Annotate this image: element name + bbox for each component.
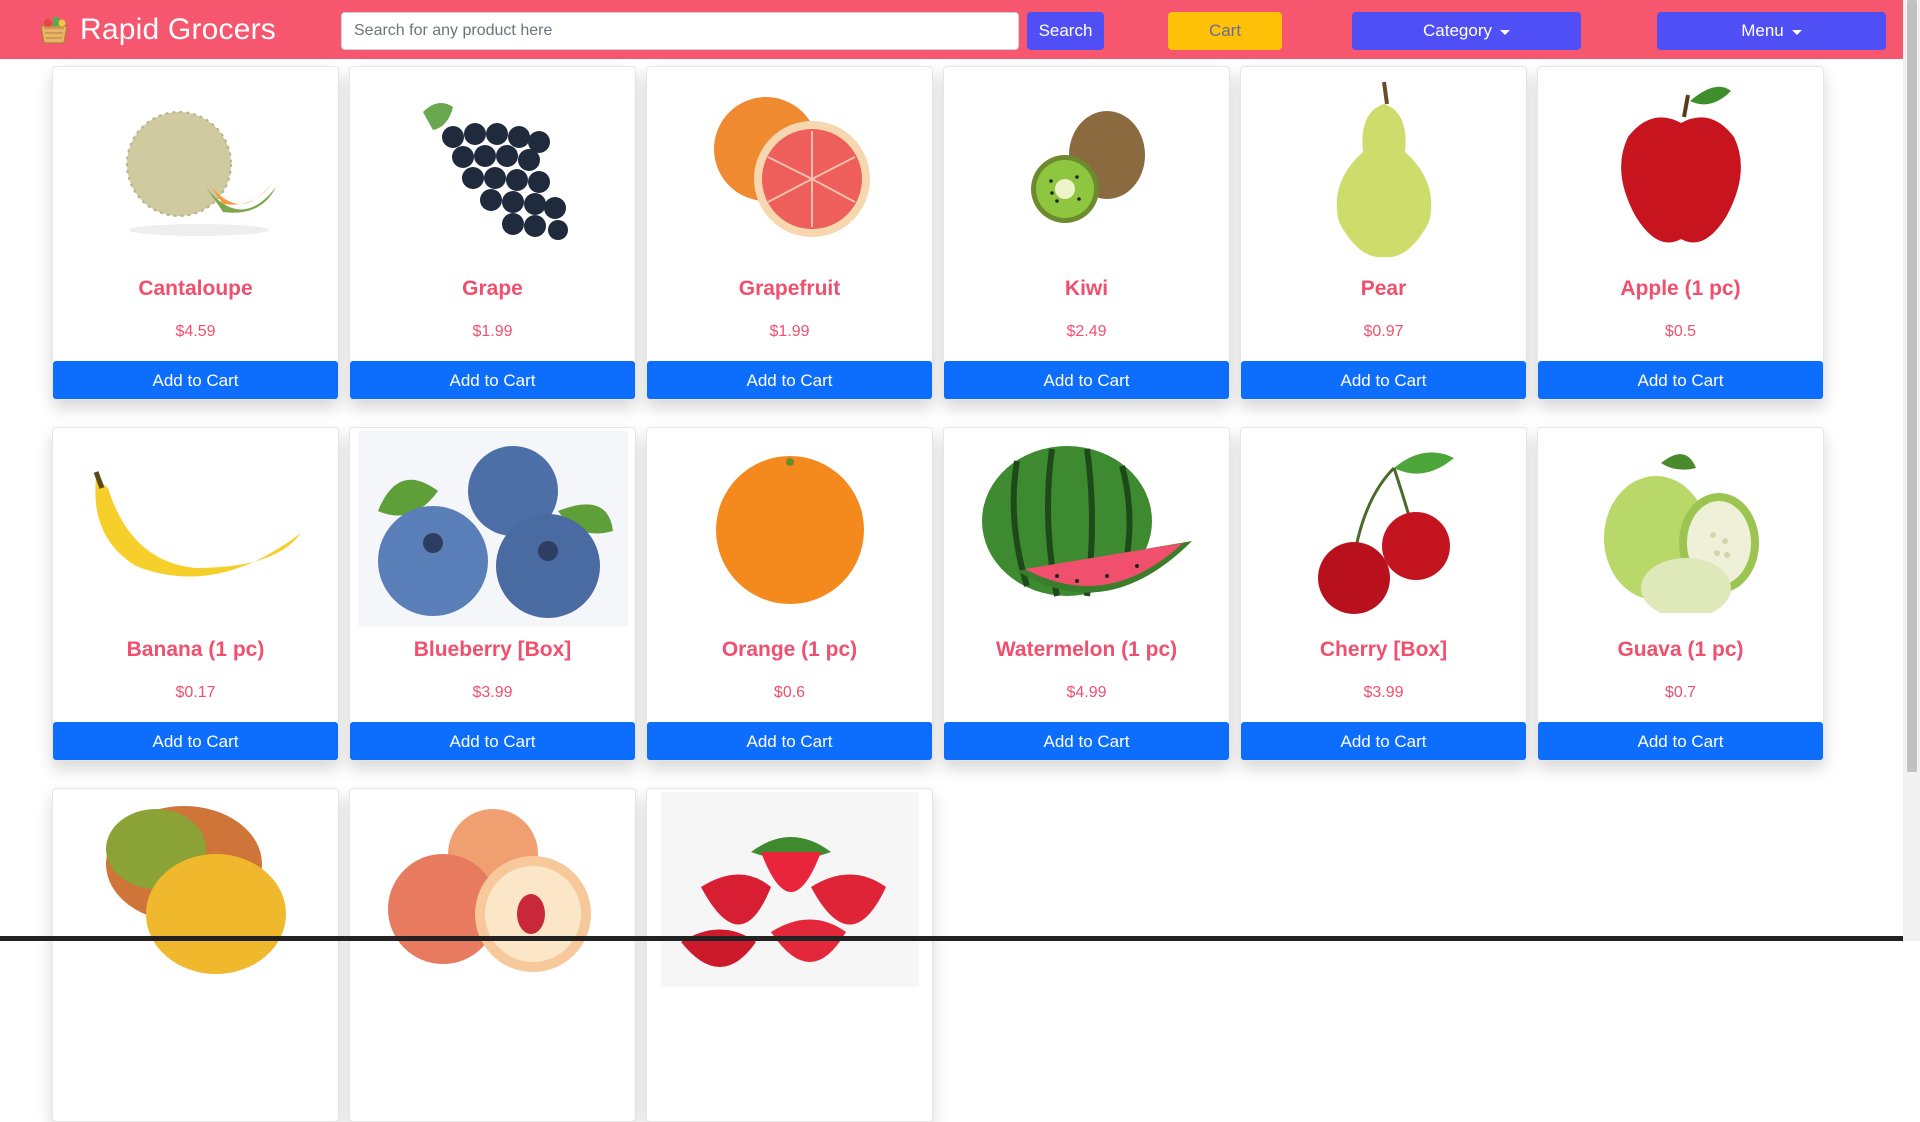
- product-price: $3.99: [472, 684, 513, 701]
- add-to-cart-button[interactable]: Add to Cart: [1241, 361, 1526, 399]
- product-price: $4.59: [175, 323, 216, 340]
- menu-dropdown[interactable]: Menu: [1657, 12, 1886, 50]
- add-to-cart-button[interactable]: Add to Cart: [53, 361, 338, 399]
- category-dropdown[interactable]: Category: [1352, 12, 1581, 50]
- product-card-apple: Apple (1 pc) $0.5 Add to Cart: [1537, 66, 1824, 400]
- category-dropdown-label: Category: [1423, 21, 1492, 40]
- product-price: $2.49: [1066, 323, 1107, 340]
- product-price: $0.6: [773, 684, 806, 701]
- navbar: Rapid Grocers Search Cart Category Menu: [0, 0, 1903, 59]
- grape-image: [350, 67, 635, 267]
- add-to-cart-button[interactable]: Add to Cart: [647, 722, 932, 760]
- product-card-mango: [52, 788, 339, 1122]
- product-price: $0.7: [1664, 684, 1697, 701]
- product-card-blueberry: Blueberry [Box] $3.99 Add to Cart: [349, 427, 636, 761]
- product-name: Apple (1 pc): [1620, 277, 1741, 300]
- caret-down-icon: [1499, 29, 1510, 35]
- product-card-guava: Guava (1 pc) $0.7 Add to Cart: [1537, 427, 1824, 761]
- add-to-cart-button[interactable]: Add to Cart: [350, 361, 635, 399]
- product-name: Banana (1 pc): [126, 638, 265, 661]
- product-card-grape: Grape $1.99 Add to Cart: [349, 66, 636, 400]
- scrollbar-thumb[interactable]: [1907, 0, 1917, 772]
- add-to-cart-button[interactable]: Add to Cart: [350, 722, 635, 760]
- product-name: Pear: [1360, 277, 1407, 300]
- grocery-basket-icon: [38, 15, 70, 45]
- product-name: Orange (1 pc): [721, 638, 858, 661]
- add-to-cart-button[interactable]: Add to Cart: [1241, 722, 1526, 760]
- orange-image: [647, 428, 932, 628]
- add-to-cart-button[interactable]: Add to Cart: [1538, 722, 1823, 760]
- watermelon-image: [944, 428, 1229, 628]
- cherry-image: [1241, 428, 1526, 628]
- brand[interactable]: Rapid Grocers: [38, 10, 276, 50]
- product-card-watermelon: Watermelon (1 pc) $4.99 Add to Cart: [943, 427, 1230, 761]
- add-to-cart-button[interactable]: Add to Cart: [1538, 361, 1823, 399]
- peach-image: [350, 789, 635, 989]
- strawberry-image: [647, 789, 932, 989]
- product-name: Watermelon (1 pc): [995, 638, 1178, 661]
- product-price: $0.5: [1664, 323, 1697, 340]
- brand-name: Rapid Grocers: [80, 13, 277, 46]
- search-button-label: Search: [1038, 21, 1093, 40]
- product-price: $4.99: [1066, 684, 1107, 701]
- add-to-cart-button[interactable]: Add to Cart: [647, 361, 932, 399]
- search-button[interactable]: Search: [1027, 12, 1104, 50]
- banana-image: [53, 428, 338, 628]
- product-card-cantaloupe: Cantaloupe $4.59 Add to Cart: [52, 66, 339, 400]
- product-price: $3.99: [1363, 684, 1404, 701]
- product-card-peach: [349, 788, 636, 1122]
- product-card-pear: Pear $0.97 Add to Cart: [1240, 66, 1527, 400]
- pear-image: [1241, 67, 1526, 267]
- product-name: Cantaloupe: [138, 277, 253, 300]
- add-to-cart-button[interactable]: Add to Cart: [944, 361, 1229, 399]
- menu-dropdown-label: Menu: [1741, 21, 1784, 40]
- search-input[interactable]: [341, 12, 1019, 50]
- product-card-cherry: Cherry [Box] $3.99 Add to Cart: [1240, 427, 1527, 761]
- bottom-edge: [0, 936, 1903, 941]
- product-name: Guava (1 pc): [1617, 638, 1744, 661]
- product-card-grapefruit: Grapefruit $1.99 Add to Cart: [646, 66, 933, 400]
- product-card-kiwi: Kiwi $2.49 Add to Cart: [943, 66, 1230, 400]
- apple-image: [1538, 67, 1823, 267]
- cart-button[interactable]: Cart: [1168, 12, 1282, 50]
- product-card-orange: Orange (1 pc) $0.6 Add to Cart: [646, 427, 933, 761]
- product-card-banana: Banana (1 pc) $0.17 Add to Cart: [52, 427, 339, 761]
- product-name: Grapefruit: [738, 277, 841, 300]
- cart-button-label: Cart: [1208, 21, 1242, 40]
- product-price: $0.17: [175, 684, 216, 701]
- cantaloupe-image: [53, 67, 338, 267]
- grapefruit-image: [647, 67, 932, 267]
- product-card-strawberry: [646, 788, 933, 1122]
- product-name: Grape: [462, 277, 523, 300]
- kiwi-image: [944, 67, 1229, 267]
- product-name: Kiwi: [1064, 277, 1109, 300]
- product-price: $1.99: [472, 323, 513, 340]
- product-price: $1.99: [769, 323, 810, 340]
- mango-image: [53, 789, 338, 989]
- product-price: $0.97: [1363, 323, 1404, 340]
- blueberry-image: [350, 428, 635, 628]
- guava-image: [1538, 428, 1823, 628]
- product-name: Blueberry [Box]: [413, 638, 572, 661]
- add-to-cart-button[interactable]: Add to Cart: [944, 722, 1229, 760]
- add-to-cart-button[interactable]: Add to Cart: [53, 722, 338, 760]
- caret-down-icon: [1791, 29, 1802, 35]
- product-name: Cherry [Box]: [1319, 638, 1448, 661]
